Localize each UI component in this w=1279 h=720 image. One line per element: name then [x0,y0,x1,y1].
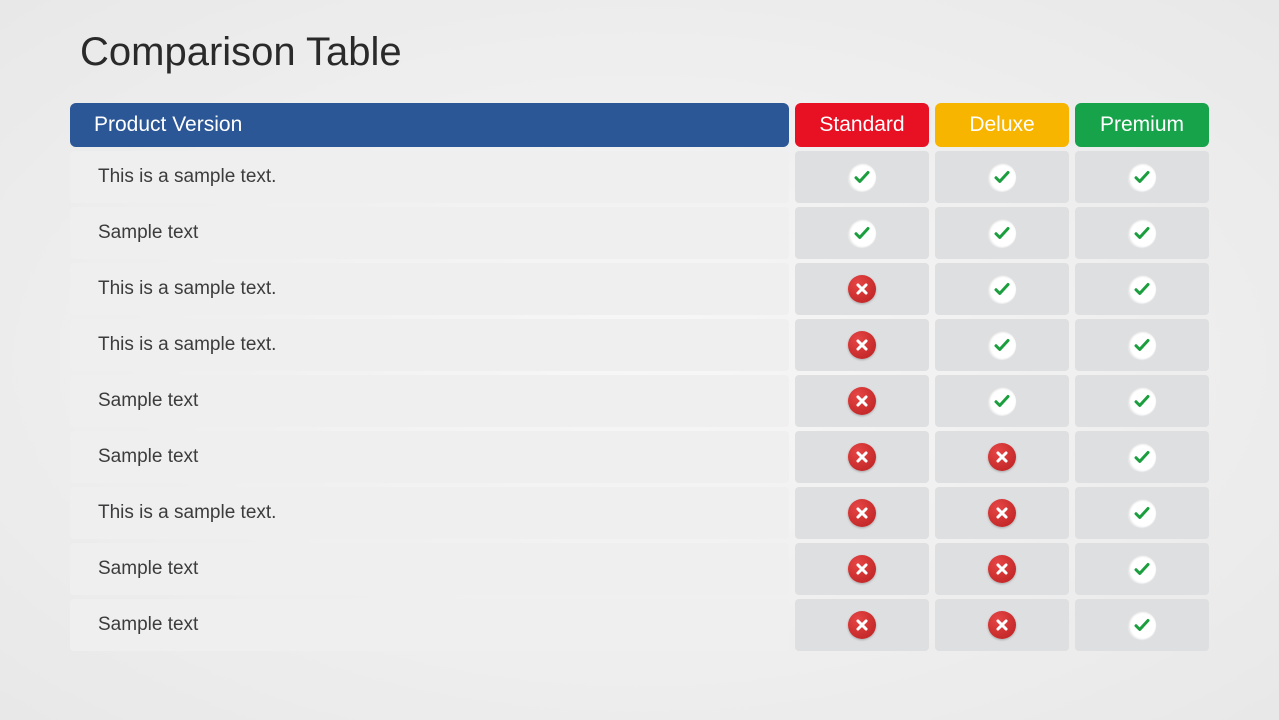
check-icon [848,219,876,247]
plan-cell [795,375,929,427]
table-row: Sample text [70,599,1209,651]
plan-cell [1075,599,1209,651]
page-title: Comparison Table [80,30,1209,75]
check-icon [988,163,1016,191]
plan-cell [935,207,1069,259]
cross-icon [848,443,876,471]
feature-label: Sample text [70,599,789,651]
plan-cell [1075,207,1209,259]
check-icon [848,163,876,191]
table-header-row: Product Version Standard Deluxe Premium [70,103,1209,147]
check-icon [988,331,1016,359]
cross-icon [848,387,876,415]
check-icon [1128,163,1156,191]
plan-cell [1075,151,1209,203]
comparison-table: Product Version Standard Deluxe Premium … [70,103,1209,651]
cross-icon [848,555,876,583]
plan-cell [1075,319,1209,371]
plan-cell [935,487,1069,539]
plan-cell [935,319,1069,371]
table-row: This is a sample text. [70,487,1209,539]
feature-label: This is a sample text. [70,263,789,315]
plan-cell [935,431,1069,483]
check-icon [1128,499,1156,527]
check-icon [1128,331,1156,359]
cross-icon [988,443,1016,471]
feature-label: This is a sample text. [70,319,789,371]
table-row: This is a sample text. [70,151,1209,203]
table-row: Sample text [70,375,1209,427]
plan-cell [935,599,1069,651]
header-plan-deluxe: Deluxe [935,103,1069,147]
table-row: Sample text [70,207,1209,259]
table-row: This is a sample text. [70,263,1209,315]
plan-cell [935,263,1069,315]
plan-cell [795,319,929,371]
plan-cell [1075,375,1209,427]
feature-label: Sample text [70,207,789,259]
check-icon [1128,443,1156,471]
cross-icon [988,611,1016,639]
check-icon [988,387,1016,415]
plan-cell [795,151,929,203]
plan-cell [935,543,1069,595]
plan-cell [1075,263,1209,315]
feature-label: Sample text [70,431,789,483]
table-row: Sample text [70,543,1209,595]
cross-icon [988,499,1016,527]
check-icon [988,275,1016,303]
table-row: This is a sample text. [70,319,1209,371]
plan-cell [795,263,929,315]
plan-cell [795,599,929,651]
table-row: Sample text [70,431,1209,483]
check-icon [1128,275,1156,303]
check-icon [1128,387,1156,415]
plan-cell [1075,487,1209,539]
plan-cell [795,543,929,595]
plan-cell [795,431,929,483]
header-feature: Product Version [70,103,789,147]
header-plan-premium: Premium [1075,103,1209,147]
plan-cell [795,207,929,259]
cross-icon [988,555,1016,583]
plan-cell [935,151,1069,203]
check-icon [988,219,1016,247]
plan-cell [1075,431,1209,483]
cross-icon [848,275,876,303]
cross-icon [848,499,876,527]
check-icon [1128,611,1156,639]
feature-label: Sample text [70,375,789,427]
plan-cell [1075,543,1209,595]
cross-icon [848,611,876,639]
check-icon [1128,219,1156,247]
header-plan-standard: Standard [795,103,929,147]
plan-cell [795,487,929,539]
feature-label: This is a sample text. [70,151,789,203]
feature-label: This is a sample text. [70,487,789,539]
check-icon [1128,555,1156,583]
plan-cell [935,375,1069,427]
feature-label: Sample text [70,543,789,595]
cross-icon [848,331,876,359]
